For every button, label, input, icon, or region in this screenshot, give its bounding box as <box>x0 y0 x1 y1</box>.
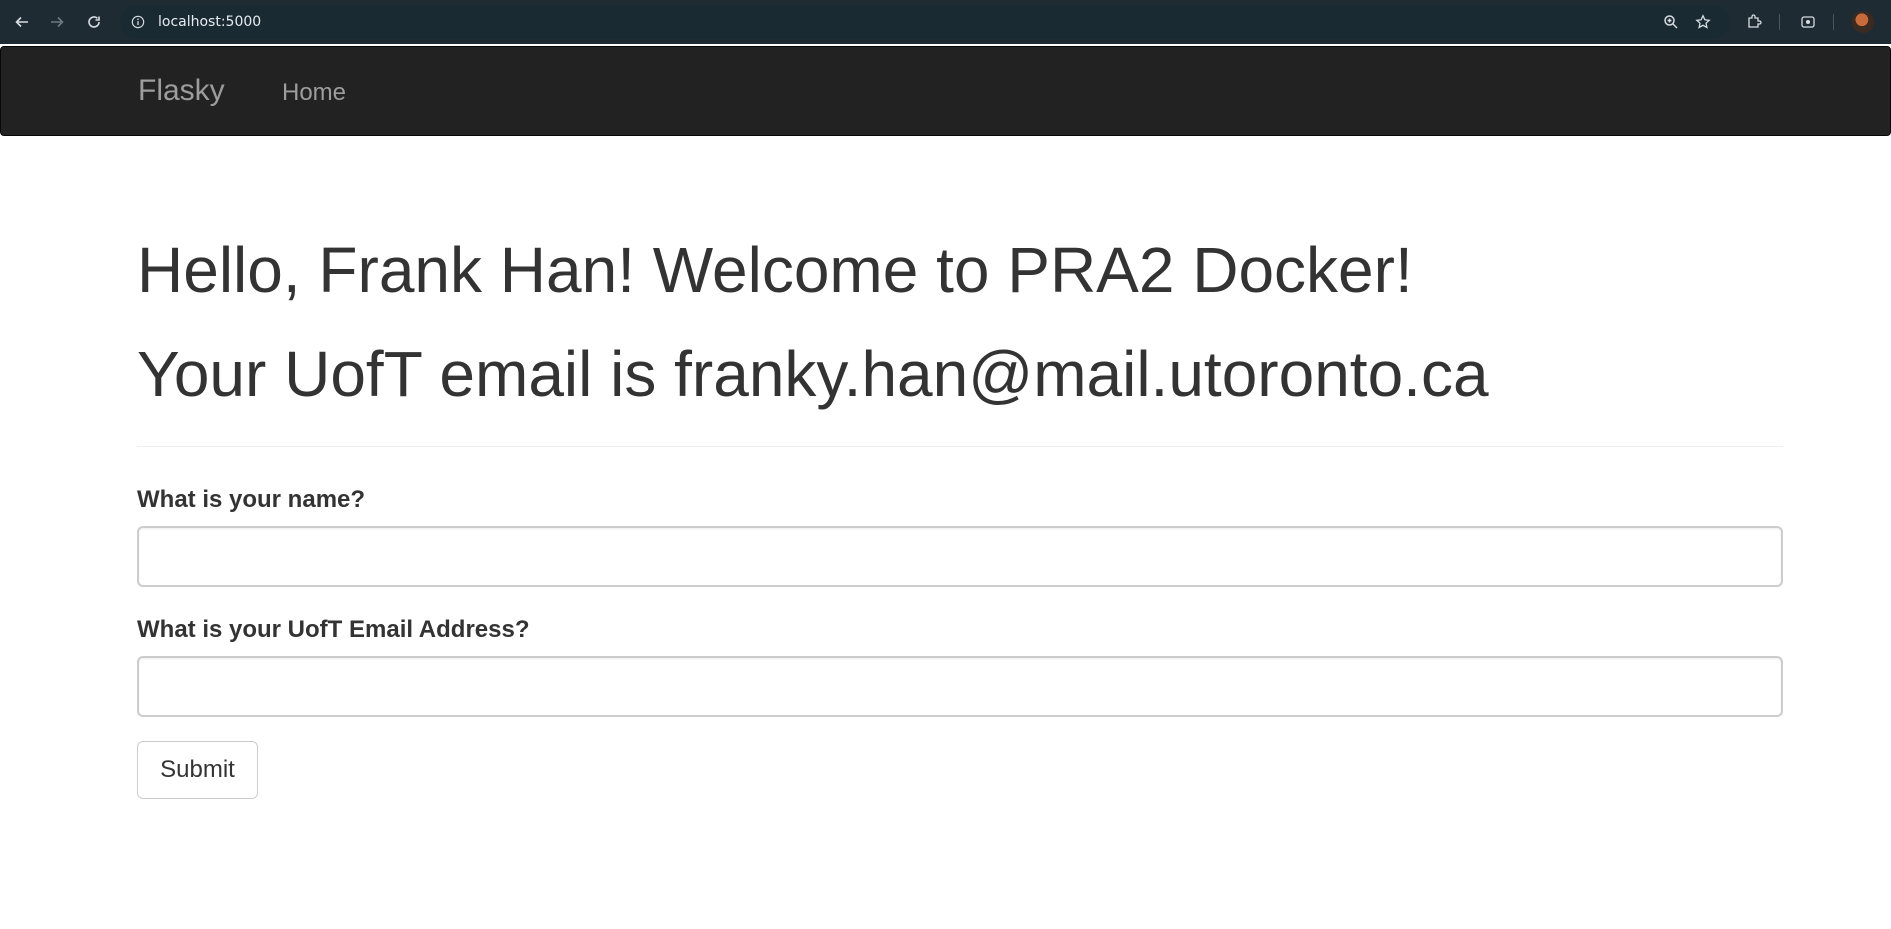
navbar-brand[interactable]: Flasky <box>138 74 225 108</box>
page-header: Hello, Frank Han! Welcome to PRA2 Docker… <box>137 230 1783 414</box>
forward-arrow-icon[interactable] <box>45 10 69 34</box>
back-arrow-icon[interactable] <box>10 10 34 34</box>
profile-avatar[interactable] <box>1852 11 1874 33</box>
email-label: What is your UofT Email Address? <box>137 616 530 643</box>
url-text[interactable]: localhost:5000 <box>158 14 261 30</box>
email-heading: Your UofT email is franky.han@mail.utoro… <box>137 338 1489 410</box>
reload-icon[interactable] <box>82 10 106 34</box>
name-input[interactable] <box>137 526 1783 587</box>
address-bar[interactable]: localhost:5000 <box>120 5 1730 39</box>
bookmark-star-icon[interactable] <box>1695 5 1711 39</box>
submit-button[interactable]: Submit <box>137 741 258 799</box>
zoom-icon[interactable] <box>1663 5 1679 39</box>
browser-toolbar: localhost:5000 <box>0 0 1891 44</box>
header-divider <box>137 446 1783 447</box>
screenshot-icon[interactable] <box>1796 10 1820 34</box>
nav-link-home[interactable]: Home <box>282 79 346 107</box>
toolbar-divider <box>1779 14 1780 30</box>
site-info-icon[interactable] <box>130 14 146 30</box>
name-label: What is your name? <box>137 486 366 513</box>
extensions-icon[interactable] <box>1742 10 1766 34</box>
email-input[interactable] <box>137 656 1783 717</box>
toolbar-divider <box>1833 14 1834 30</box>
greeting-heading: Hello, Frank Han! Welcome to PRA2 Docker… <box>137 234 1413 306</box>
app-navbar: Flasky Home <box>0 46 1891 136</box>
